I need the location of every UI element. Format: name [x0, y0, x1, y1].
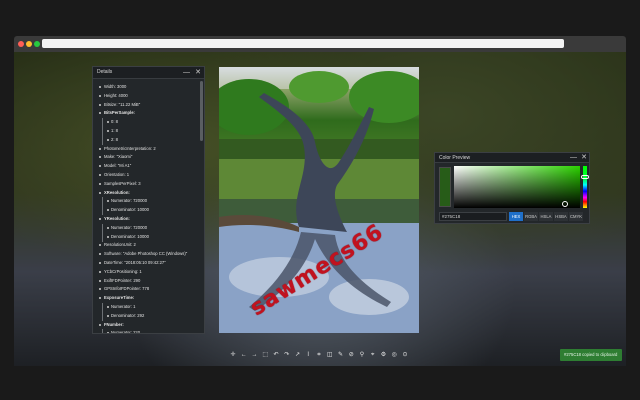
address-bar[interactable] — [42, 39, 564, 48]
saturation-cursor[interactable] — [562, 201, 568, 207]
detail-row: Bitsize: "11.22 MiB" — [99, 101, 198, 110]
detail-subrow: 2: 8 — [99, 135, 198, 145]
detail-row: Make: "Xiaomi" — [99, 153, 198, 162]
undo-icon[interactable]: ↶ — [272, 351, 280, 359]
clipboard-toast: #275C18 copied to clipboard — [560, 349, 622, 361]
detail-row: XResolution: — [99, 189, 198, 198]
details-minimize-button[interactable]: — — [183, 68, 190, 77]
detail-row: DateTime: "2018:05:10 09:42:27" — [99, 259, 198, 268]
arrow-left-icon[interactable]: ← — [240, 351, 248, 359]
tree-illustration — [219, 71, 419, 333]
details-panel: Details — ✕ Width: 3000 Height: 4000 Bitsi… — [92, 66, 205, 334]
detail-row: YResolution: — [99, 215, 198, 224]
color-swatch — [439, 167, 451, 207]
detail-subrow: Denominator: 10000 — [99, 206, 198, 216]
detail-row: ExifIFDPointer: 290 — [99, 277, 198, 286]
format-cmyk-button[interactable]: CMYK — [569, 212, 583, 221]
tree-guide-line — [102, 329, 103, 333]
format-rgba-button[interactable]: RGBA — [524, 212, 538, 221]
select-icon[interactable]: ⬚ — [261, 351, 269, 359]
image-toolbar: ✛ ← → ⬚ ↶ ↷ ↗ I ⌗ ◫ ✎ ⊘ ⚲ ⌖ ⚙ ◎ ⊙ — [229, 349, 409, 361]
detail-row: PhotometricInterpretation: 2 — [99, 145, 198, 154]
redo-icon[interactable]: ↷ — [283, 351, 291, 359]
pen-icon[interactable]: ✎ — [337, 351, 345, 359]
detail-row: Width: 3000 — [99, 83, 198, 92]
detail-subrow: Denominator: 292 — [99, 311, 198, 321]
maximize-window-dot[interactable] — [34, 41, 40, 47]
arrow-icon[interactable]: ↗ — [294, 351, 302, 359]
tree-guide-line — [102, 223, 103, 233]
details-title: Details — [97, 69, 113, 75]
tree-guide-line — [102, 118, 103, 128]
detail-subrow: 0: 8 — [99, 118, 198, 128]
details-header: Details — ✕ — [93, 67, 204, 79]
text-cursor-icon[interactable]: I — [304, 351, 312, 359]
detail-subrow: Numerator: 720000 — [99, 223, 198, 233]
info-icon[interactable]: ⊙ — [401, 351, 409, 359]
tree-guide-line — [102, 206, 103, 216]
color-preview-close-button[interactable]: ✕ — [581, 153, 587, 162]
detail-row: FNumber: — [99, 321, 198, 330]
detail-row: Software: "Adobe Photoshop CC (Windows)" — [99, 250, 198, 259]
tree-guide-line — [102, 197, 103, 207]
detail-subrow: Numerator: 720000 — [99, 197, 198, 207]
details-scrollbar[interactable] — [200, 81, 203, 141]
move-icon[interactable]: ✛ — [229, 351, 237, 359]
color-preview-header: Color Preview — ✕ — [435, 153, 589, 163]
tree-guide-line — [102, 232, 103, 242]
blur-icon[interactable]: ◫ — [326, 351, 334, 359]
detail-subrow: Numerator: 1 — [99, 302, 198, 312]
detail-subrow: Denominator: 10000 — [99, 232, 198, 242]
detail-row: Height: 4000 — [99, 92, 198, 101]
main-image[interactable] — [219, 67, 419, 333]
format-hsba-button[interactable]: HSBA — [554, 212, 568, 221]
color-preview-minimize-button[interactable]: — — [570, 153, 577, 162]
hex-value-field[interactable]: #275C18 — [439, 212, 507, 221]
browser-chrome — [14, 36, 626, 52]
tree-guide-line — [102, 135, 103, 145]
color-preview-title: Color Preview — [439, 155, 471, 161]
tree-guide-line — [102, 126, 103, 136]
color-preview-panel: Color Preview — ✕ #275C18 HEX RGBA HSLA … — [434, 152, 590, 224]
fullscreen-icon[interactable]: ◎ — [390, 351, 398, 359]
tree-guide-line — [102, 311, 103, 321]
settings-icon[interactable]: ⚙ — [380, 351, 388, 359]
marker-icon[interactable]: ⊘ — [347, 351, 355, 359]
arrow-right-icon[interactable]: → — [251, 351, 259, 359]
tree-guide-line — [102, 302, 103, 312]
minimize-window-dot[interactable] — [26, 41, 32, 47]
saturation-picker[interactable] — [454, 166, 580, 208]
detail-subrow: 1: 8 — [99, 126, 198, 136]
detail-row: BitsPerSample: — [99, 109, 198, 118]
eyedropper-icon[interactable]: ⌖ — [369, 351, 377, 359]
detail-row: GPSInfoIFDPointer: 778 — [99, 285, 198, 294]
format-hex-button[interactable]: HEX — [509, 212, 523, 221]
detail-row: ResolutionUnit: 2 — [99, 241, 198, 250]
hue-slider[interactable] — [583, 166, 587, 208]
crop-icon[interactable]: ⌗ — [315, 351, 323, 359]
format-hsla-button[interactable]: HSLA — [539, 212, 553, 221]
close-window-dot[interactable] — [18, 41, 24, 47]
details-close-button[interactable]: ✕ — [195, 68, 201, 77]
detail-row: Model: "Mi A1" — [99, 162, 198, 171]
details-list[interactable]: Width: 3000 Height: 4000 Bitsize: "11.22 M… — [93, 80, 198, 333]
detail-row: SamplesPerPixel: 3 — [99, 180, 198, 189]
detail-row: Orientation: 1 — [99, 171, 198, 180]
detail-row: ExposureTime: — [99, 294, 198, 303]
detail-row: YCbCrPositioning: 1 — [99, 268, 198, 277]
detail-subrow: Numerator: 220 — [99, 329, 198, 333]
zoom-icon[interactable]: ⚲ — [358, 351, 366, 359]
hue-handle[interactable] — [581, 175, 589, 179]
